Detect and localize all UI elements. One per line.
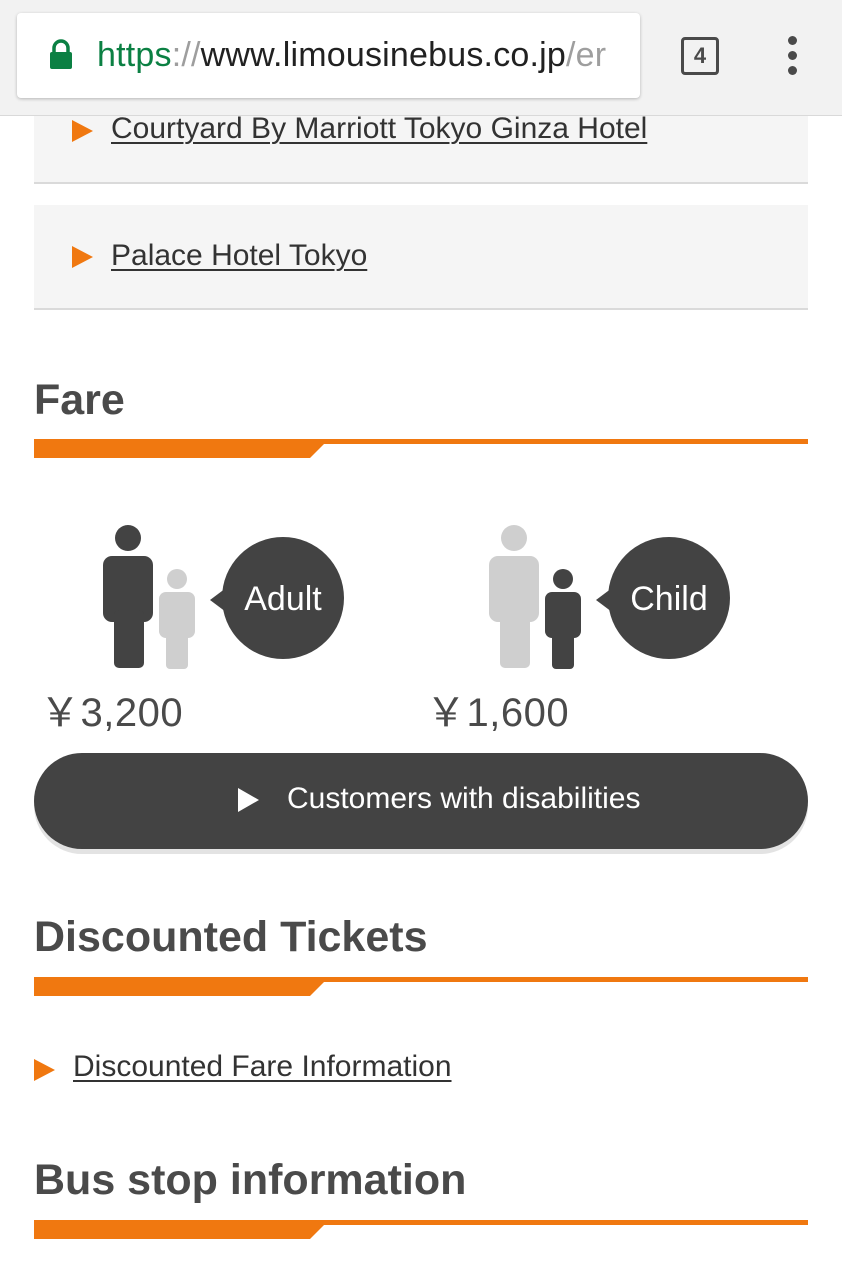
fare-heading: Fare [34, 376, 125, 424]
adult-fare-icon: Adult [103, 525, 344, 669]
discounted-heading-underline [34, 977, 808, 996]
more-vertical-icon[interactable] [784, 36, 800, 76]
customers-with-disabilities-button[interactable]: Customers with disabilities [34, 753, 808, 849]
address-bar[interactable]: https://www.limousinebus.co.jp/er [17, 13, 640, 98]
discounted-fare-link[interactable]: Discounted Fare Information [73, 1050, 452, 1084]
hotel-link-palace[interactable]: Palace Hotel Tokyo [111, 239, 367, 273]
disabilities-button-label: Customers with disabilities [287, 782, 641, 815]
play-icon [238, 788, 259, 812]
browser-toolbar: https://www.limousinebus.co.jp/er 4 [0, 0, 842, 116]
triangle-right-icon [34, 1059, 55, 1081]
bus-stop-heading-underline [34, 1220, 808, 1239]
adult-price: ￥3,200 [40, 691, 184, 735]
child-fare-icon: Child [489, 525, 730, 669]
hotel-item-palace: Palace Hotel Tokyo [34, 205, 808, 310]
triangle-right-icon [72, 246, 93, 268]
hotel-link-courtyard[interactable]: Courtyard By Marriott Tokyo Ginza Hotel [111, 112, 647, 146]
lock-icon [50, 39, 72, 69]
adult-bubble-label: Adult [244, 580, 322, 618]
hotel-item-courtyard: Courtyard By Marriott Tokyo Ginza Hotel [34, 112, 808, 184]
tab-switcher-button[interactable]: 4 [681, 37, 719, 75]
fare-heading-underline [34, 439, 808, 458]
child-bubble-label: Child [630, 580, 707, 618]
discounted-tickets-heading: Discounted Tickets [34, 913, 428, 961]
bus-stop-heading: Bus stop information [34, 1156, 467, 1204]
child-price: ￥1,600 [426, 691, 570, 735]
triangle-right-icon [72, 120, 93, 142]
url-text: https://www.limousinebus.co.jp/er [97, 36, 607, 74]
